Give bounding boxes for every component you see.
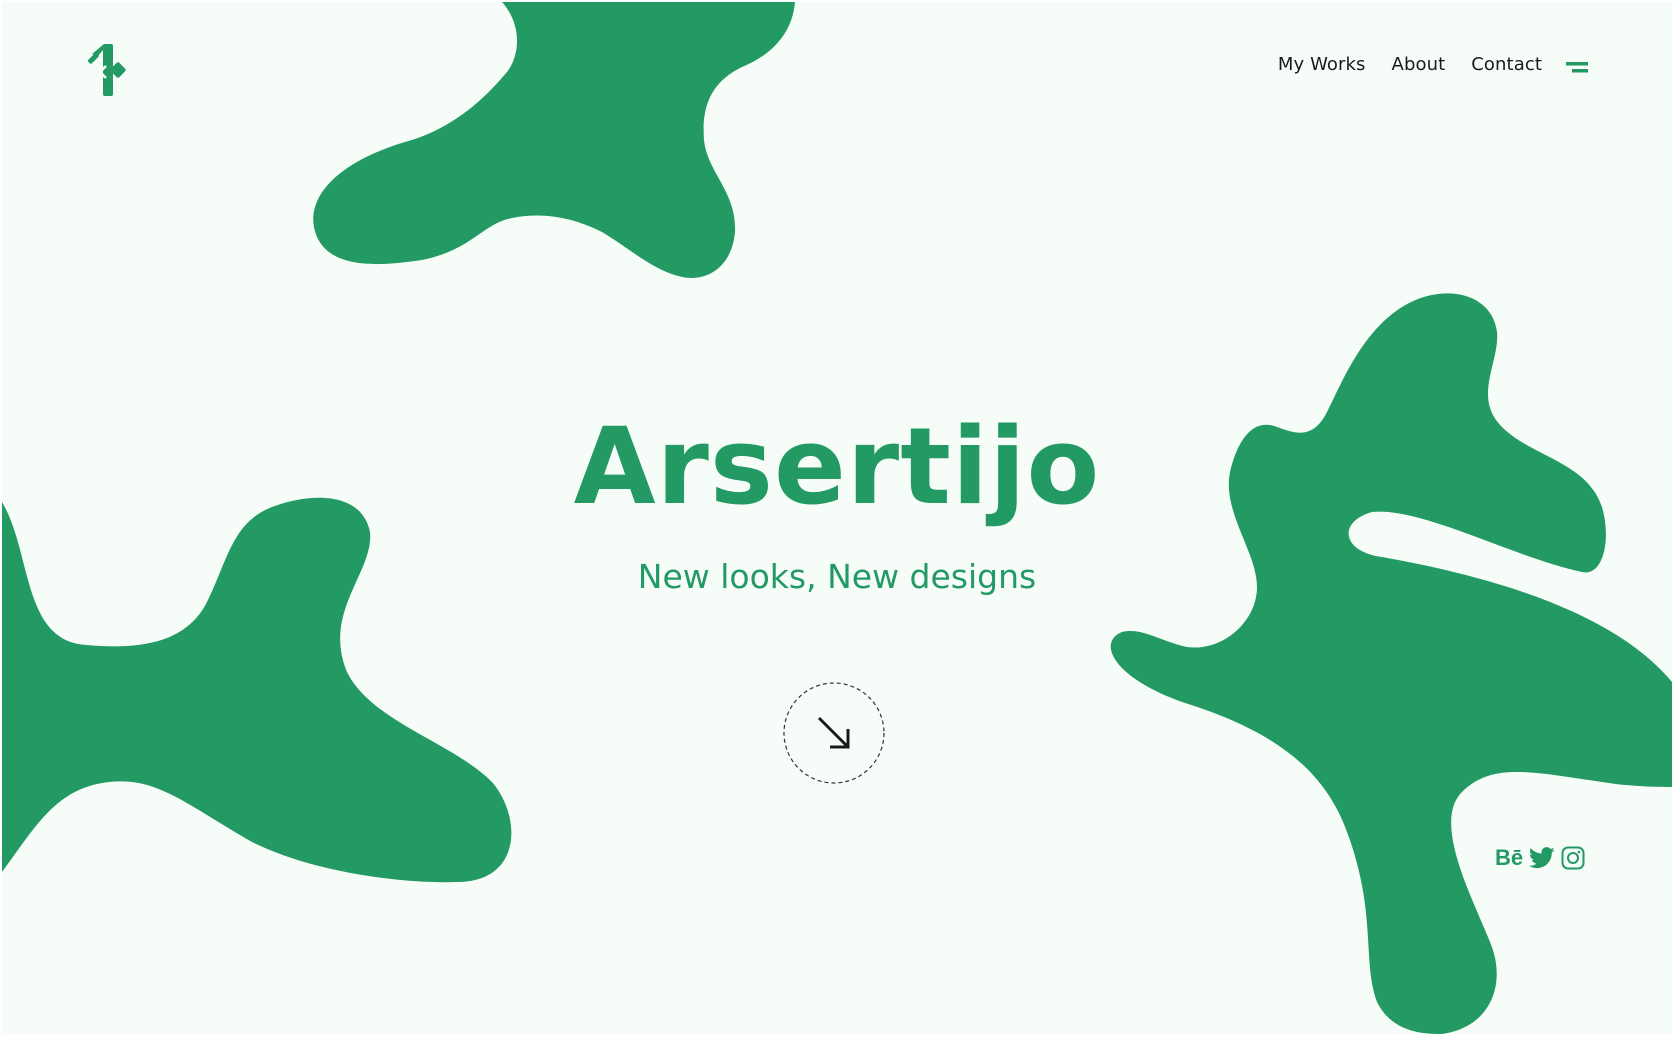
brand-logo-icon [87,44,126,96]
blob-top [313,2,795,278]
behance-icon: Bē [1495,845,1524,870]
brand-logo[interactable] [86,42,136,98]
instagram-link[interactable] [1561,846,1585,870]
menu-button[interactable] [1566,60,1592,76]
blob-right [1110,293,1672,1034]
behance-link[interactable]: Bē [1495,845,1523,871]
arrow-down-right-icon [783,682,885,784]
landing-page: My Works About Contact Arsertijo New loo… [2,2,1672,1034]
nav-my-works[interactable]: My Works [1278,54,1366,75]
twitter-link[interactable] [1529,847,1555,869]
nav-about[interactable]: About [1392,54,1446,75]
main-nav: My Works About Contact [1278,54,1542,75]
hero-title: Arsertijo [573,405,1101,528]
nav-contact[interactable]: Contact [1471,54,1542,75]
instagram-icon [1561,846,1585,870]
social-links: Bē [1495,845,1585,871]
hero-subtitle: New looks, New designs [637,557,1037,596]
scroll-down-button[interactable] [782,681,886,785]
blob-left [2,497,512,883]
menu-icon [1566,62,1588,73]
twitter-icon [1529,847,1555,869]
